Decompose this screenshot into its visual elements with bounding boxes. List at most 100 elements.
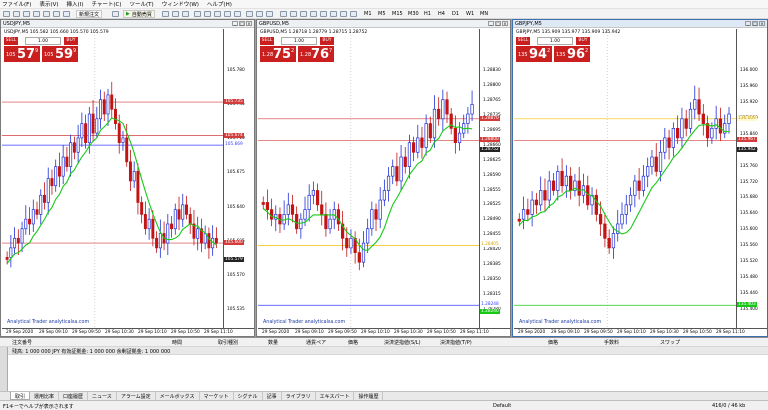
col-price2[interactable]: 価格 [548,339,558,346]
price-chart-usdjpy[interactable] [2,29,223,328]
horizontal-line-icon[interactable] [310,11,317,17]
col-order[interactable]: 注文番号 [12,339,32,346]
time-axis[interactable]: 29 Sep 2020 29 Sep 09:10 29 Sep 09:50 29 Se… [258,328,510,336]
col-price[interactable]: 価格 [348,339,358,346]
bid-quote[interactable]: 1.28 75 2 [260,46,296,62]
tester-icon[interactable] [63,11,70,17]
menu-insert[interactable]: 挿入(I) [67,0,84,8]
tab-experts[interactable]: エキスパート [316,392,355,400]
lot-size-input[interactable]: 1.00 [281,37,317,45]
crosshair-icon[interactable] [290,11,297,17]
buy-button[interactable]: BUY [576,37,590,45]
price-chart-gbpusd[interactable] [258,29,479,328]
tab-trade[interactable]: 取引 [10,392,31,400]
new-order-button[interactable]: 新規注文 [76,10,103,18]
autoscroll-icon[interactable] [224,11,231,17]
indicators-icon[interactable] [246,11,253,17]
cursor-icon[interactable] [280,11,287,17]
profiles-icon[interactable] [13,11,20,17]
menu-tools[interactable]: ツール(T) [130,0,154,8]
auto-trade-button[interactable]: ▶ 自動売買 [123,10,155,18]
minimize-icon[interactable]: _ [745,21,751,26]
close-icon[interactable]: × [502,21,508,26]
col-tp[interactable]: 決済指値(T/P) [440,339,472,346]
timeframe-m1[interactable]: M1 [362,10,374,18]
timeframe-mn[interactable]: MN [478,10,490,18]
text-icon[interactable] [350,11,357,17]
buy-button[interactable]: BUY [64,37,78,45]
data-window-icon[interactable] [33,11,40,17]
navigator-icon[interactable] [43,11,50,17]
sell-button[interactable]: SELL [516,37,530,45]
sell-button[interactable]: SELL [260,37,274,45]
status-profile[interactable]: Default [493,403,511,409]
tab-mailbox[interactable]: メールボックス [156,392,200,400]
chart-window-gbpjpy[interactable]: GBPJPY,M5 _ □ × GBPJPY,M5 135.909 135.977 … [512,19,768,337]
new-chart-icon[interactable] [3,11,10,17]
terminal-icon[interactable] [53,11,60,17]
ask-quote[interactable]: 135 96 2 [554,46,590,62]
timeframe-h4[interactable]: H4 [436,10,447,18]
timeframe-h1[interactable]: H1 [422,10,433,18]
price-axis[interactable]: 105.780105.745105.710105.675105.640105.6… [223,29,254,328]
meta-editor-icon[interactable] [112,11,119,17]
buy-button[interactable]: BUY [320,37,334,45]
minimize-icon[interactable]: _ [488,21,494,26]
price-chart-gbpjpy[interactable] [514,29,736,328]
maximize-icon[interactable]: □ [495,21,501,26]
candlestick-icon[interactable] [172,11,179,17]
col-volume[interactable]: 数量 [268,339,278,346]
col-symbol[interactable]: 通貨ペア [306,339,326,346]
market-watch-icon[interactable] [23,11,30,17]
maximize-icon[interactable]: □ [752,21,758,26]
chart-window-gbpusd[interactable]: GBPUSD,M5 _ □ × GBPUSD,M5 1.28718 1.28779 … [256,19,511,337]
maximize-icon[interactable]: □ [239,21,245,26]
menu-window[interactable]: ウィンドウ(W) [162,0,199,8]
tab-articles[interactable]: 記事 [263,392,282,400]
col-commission[interactable]: 手数料 [604,339,619,346]
channel-icon[interactable] [330,11,337,17]
col-swap[interactable]: スワップ [660,339,680,346]
lot-size-input[interactable]: 1.00 [25,37,61,45]
bar-chart-icon[interactable] [162,11,169,17]
bid-quote[interactable]: 105 57 9 [4,46,40,62]
price-axis[interactable]: 136.000135.960135.920135.880135.840135.8… [736,29,767,328]
minimize-icon[interactable]: _ [232,21,238,26]
menu-file[interactable]: ファイル(F) [2,0,31,8]
tab-history[interactable]: 口座履歴 [59,392,89,400]
chart-shift-icon[interactable] [234,11,241,17]
template-icon[interactable] [266,11,273,17]
price-axis[interactable]: 1.288301.288001.287651.287351.286951.286… [479,29,510,328]
ask-quote[interactable]: 1.28 76 7 [298,46,334,62]
col-time[interactable]: 時間 [172,339,182,346]
fibonacci-icon[interactable] [340,11,347,17]
trendline-icon[interactable] [320,11,327,17]
timeframe-m30[interactable]: M30 [406,10,421,18]
chart-window-titlebar[interactable]: USDJPY,M5 _ □ × [1,20,254,28]
close-icon[interactable]: × [246,21,252,26]
tab-journal[interactable]: 操作履歴 [354,392,384,400]
tab-market[interactable]: マーケット [200,392,234,400]
tile-icon[interactable] [214,11,221,17]
col-type[interactable]: 取引種別 [218,339,238,346]
tab-alerts[interactable]: アラーム設定 [117,392,156,400]
chart-window-usdjpy[interactable]: USDJPY,M5 _ □ × USDJPY,M5 105.582 105.660 … [0,19,255,337]
timeframe-m5[interactable]: M5 [376,10,388,18]
line-chart-icon[interactable] [182,11,189,17]
zoom-out-icon[interactable] [204,11,211,17]
col-sl[interactable]: 決済逆指値(S/L) [384,339,421,346]
menu-help[interactable]: ヘルプ(H) [207,0,232,8]
tab-library[interactable]: ライブラリ [282,392,316,400]
timeframe-d1[interactable]: D1 [450,10,461,18]
menu-view[interactable]: 表示(V) [39,0,58,8]
tab-signals[interactable]: シグナル [234,392,263,400]
lot-size-input[interactable]: 1.00 [537,37,573,45]
chart-window-titlebar[interactable]: GBPUSD,M5 _ □ × [257,20,510,28]
ask-quote[interactable]: 105 59 9 [42,46,78,62]
timeframe-w1[interactable]: W1 [464,10,476,18]
sell-button[interactable]: SELL [4,37,18,45]
tab-news[interactable]: ニュース [88,392,117,400]
chart-window-titlebar[interactable]: GBPJPY,M5 _ □ × [513,20,767,28]
zoom-in-icon[interactable] [194,11,201,17]
vertical-line-icon[interactable] [300,11,307,17]
